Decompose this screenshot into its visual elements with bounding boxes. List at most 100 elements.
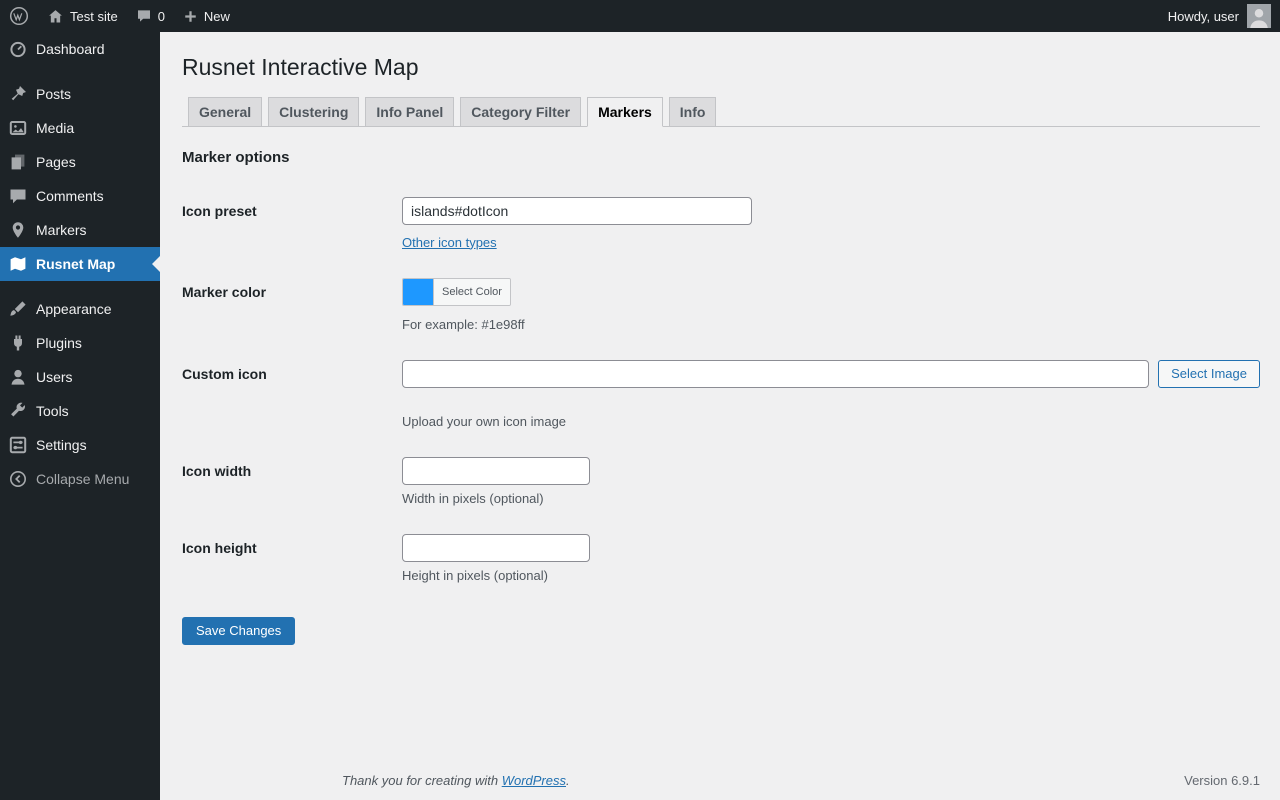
sidebar-item-label: Pages (36, 154, 82, 170)
tab-info[interactable]: Info (669, 97, 717, 126)
footer-thanks-text: Thank you for creating with (342, 773, 498, 788)
custom-icon-hint: Upload your own icon image (402, 414, 1260, 429)
home-icon (47, 8, 64, 25)
tab-info-panel[interactable]: Info Panel (365, 97, 454, 126)
new-label: New (204, 9, 230, 24)
admin-footer: Thank you for creating with WordPress. V… (342, 773, 1260, 788)
icon-preset-input[interactable] (402, 197, 752, 225)
admin-bar-left: Test site 0 New (0, 0, 239, 32)
sidebar-item-label: Collapse Menu (36, 471, 135, 487)
icon-height-label: Icon height (182, 534, 402, 583)
my-account-menu[interactable]: Howdy, user (1159, 0, 1280, 32)
footer-thanks: Thank you for creating with WordPress. (342, 773, 570, 788)
settings-tab-bar: General Clustering Info Panel Category F… (182, 97, 1260, 127)
section-heading: Marker options (182, 149, 1260, 166)
pages-icon (0, 152, 36, 172)
form-row-icon-height: Icon height Height in pixels (optional) (182, 534, 1260, 583)
sidebar-item-label: Settings (36, 437, 93, 453)
custom-icon-input[interactable] (402, 360, 1149, 388)
pushpin-icon (0, 84, 36, 104)
sidebar-item-label: Rusnet Map (36, 256, 121, 272)
comment-icon (136, 8, 152, 24)
settings-icon (0, 435, 36, 455)
sidebar-item-pages[interactable]: Pages (0, 145, 160, 179)
icon-width-label: Icon width (182, 457, 402, 506)
sidebar-item-rusnet-map[interactable]: Rusnet Map (0, 247, 160, 281)
footer-version: Version 6.9.1 (1184, 773, 1260, 788)
select-color-button[interactable]: Select Color (402, 278, 511, 306)
wrench-icon (0, 401, 36, 421)
wordpress-link[interactable]: WordPress (502, 773, 566, 788)
sidebar-item-posts[interactable]: Posts (0, 77, 160, 111)
menu-separator (0, 66, 160, 77)
sidebar-item-appearance[interactable]: Appearance (0, 292, 160, 326)
sidebar-item-markers[interactable]: Markers (0, 213, 160, 247)
plus-icon (183, 9, 198, 24)
sidebar-item-label: Tools (36, 403, 75, 419)
site-name-menu[interactable]: Test site (38, 0, 127, 32)
collapse-icon (0, 469, 36, 489)
marker-color-label: Marker color (182, 278, 402, 332)
sidebar-item-comments[interactable]: Comments (0, 179, 160, 213)
marker-options-form: Icon preset Other icon types Marker colo… (182, 197, 1260, 645)
wordpress-logo-icon (9, 6, 29, 26)
map-icon (0, 254, 36, 274)
collapse-menu-button[interactable]: Collapse Menu (0, 462, 160, 496)
sidebar-item-label: Dashboard (36, 41, 111, 57)
other-icon-types-link[interactable]: Other icon types (402, 235, 497, 250)
custom-icon-label: Custom icon (182, 360, 402, 429)
new-content-menu[interactable]: New (174, 0, 239, 32)
select-color-label: Select Color (433, 279, 510, 305)
comments-icon (0, 186, 36, 206)
icon-preset-label: Icon preset (182, 197, 402, 250)
sidebar-item-media[interactable]: Media (0, 111, 160, 145)
sidebar-item-label: Users (36, 369, 79, 385)
form-row-marker-color: Marker color Select Color For example: #… (182, 278, 1260, 332)
icon-width-input[interactable] (402, 457, 590, 485)
icon-height-hint: Height in pixels (optional) (402, 568, 1260, 583)
sidebar-item-tools[interactable]: Tools (0, 394, 160, 428)
page-title: Rusnet Interactive Map (182, 54, 1260, 82)
marker-color-swatch (403, 279, 433, 305)
user-avatar (1247, 4, 1271, 28)
sidebar-item-label: Markers (36, 222, 93, 238)
sidebar-item-plugins[interactable]: Plugins (0, 326, 160, 360)
site-name: Test site (70, 9, 118, 24)
menu-separator (0, 281, 160, 292)
howdy-text: Howdy, user (1168, 9, 1239, 24)
form-row-icon-width: Icon width Width in pixels (optional) (182, 457, 1260, 506)
comments-count: 0 (158, 9, 165, 24)
dashboard-icon (0, 39, 36, 59)
user-icon (0, 367, 36, 387)
sidebar-item-label: Posts (36, 86, 77, 102)
media-icon (0, 118, 36, 138)
admin-bar: Test site 0 New Howdy, user (0, 0, 1280, 32)
brush-icon (0, 299, 36, 319)
sidebar-item-dashboard[interactable]: Dashboard (0, 32, 160, 66)
marker-color-hint: For example: #1e98ff (402, 317, 1260, 332)
tab-category-filter[interactable]: Category Filter (460, 97, 581, 126)
icon-width-hint: Width in pixels (optional) (402, 491, 1260, 506)
main-content: Rusnet Interactive Map General Clusterin… (160, 0, 1280, 800)
comments-menu[interactable]: 0 (127, 0, 174, 32)
sidebar-item-label: Appearance (36, 301, 118, 317)
icon-height-input[interactable] (402, 534, 590, 562)
tab-markers[interactable]: Markers (587, 97, 663, 127)
tab-clustering[interactable]: Clustering (268, 97, 359, 126)
sidebar-item-settings[interactable]: Settings (0, 428, 160, 462)
sidebar-item-label: Comments (36, 188, 110, 204)
sidebar-item-users[interactable]: Users (0, 360, 160, 394)
admin-sidebar: Dashboard Posts Media Pages Comments (0, 32, 160, 800)
form-row-custom-icon: Custom icon Select Image Upload your own… (182, 360, 1260, 429)
wordpress-logo-menu[interactable] (0, 0, 38, 32)
tab-general[interactable]: General (188, 97, 262, 126)
footer-period: . (566, 773, 570, 788)
save-changes-button[interactable]: Save Changes (182, 617, 295, 645)
form-row-icon-preset: Icon preset Other icon types (182, 197, 1260, 250)
select-image-button[interactable]: Select Image (1158, 360, 1260, 388)
admin-bar-right: Howdy, user (1159, 0, 1280, 32)
plug-icon (0, 333, 36, 353)
map-pin-icon (0, 220, 36, 240)
sidebar-item-label: Media (36, 120, 80, 136)
sidebar-item-label: Plugins (36, 335, 88, 351)
